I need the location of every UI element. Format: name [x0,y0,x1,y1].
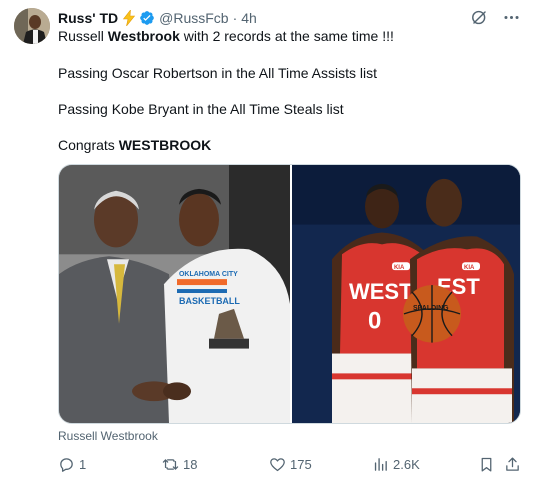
views-button[interactable]: 2.6K [372,454,420,474]
photo-westbrook-robertson[interactable]: OKLAHOMA CITY BASKETBALL [59,165,290,423]
tweet-card[interactable]: Russ' TD @RussFcb · 4h Russell Westbrook… [0,0,536,480]
svg-text:BASKETBALL: BASKETBALL [179,296,240,306]
action-bar: 1 18 175 2.6K [58,454,523,474]
like-button[interactable]: 175 [269,454,312,474]
tweet-bold-name: Westbrook [107,28,180,44]
svg-text:WEST: WEST [349,279,413,304]
tweet-line-3: Passing Kobe Bryant in the All Time Stea… [58,101,344,117]
timestamp[interactable]: 4h [241,8,257,28]
photo-westbrook-bryant[interactable]: WEST 0 KIA EST KIA SPALDING [292,165,520,423]
svg-text:SPALDING: SPALDING [413,305,449,312]
repost-icon [162,458,179,470]
views-icon [374,457,387,471]
repost-count: 18 [183,456,198,472]
more-options-icon[interactable] [500,6,522,28]
svg-text:KIA: KIA [394,265,405,271]
separator-dot: · [232,10,238,26]
repost-button[interactable]: 18 [162,454,197,474]
handle[interactable]: @RussFcb [159,8,228,28]
share-button[interactable] [504,454,521,474]
tweet-line-2: Passing Oscar Robertson in the All Time … [58,65,378,81]
tweet-text-span: Congrats [58,137,119,153]
svg-text:KIA: KIA [464,265,475,271]
avatar[interactable] [14,8,50,44]
tweet-line-4: Congrats WESTBROOK [58,136,211,154]
reply-count: 1 [79,456,87,472]
display-name[interactable]: Russ' TD [58,8,118,28]
reply-icon [60,457,73,472]
tweet-top-actions [468,6,522,28]
tweet-bold-name: WESTBROOK [118,137,212,153]
tweet-text-span: with 2 records at the same time !!! [179,28,394,44]
media-container[interactable]: OKLAHOMA CITY BASKETBALL WEST 0 KIA EST … [58,164,521,424]
heart-icon [270,457,285,471]
lightning-emoji-icon [123,10,136,26]
bookmark-icon [481,457,492,472]
tweet-header: Russ' TD @RussFcb · 4h [58,8,257,28]
tweet-line-1: Russell Westbrook with 2 records at the … [58,27,394,45]
reply-button[interactable]: 1 [58,454,86,474]
media-caption[interactable]: Russell Westbrook [58,429,158,443]
tweet-text-span: Russell [58,28,108,44]
svg-text:0: 0 [368,308,381,335]
share-icon [506,456,519,471]
svg-text:OKLAHOMA CITY: OKLAHOMA CITY [179,271,238,278]
like-count: 175 [290,456,312,472]
view-count: 2.6K [393,456,420,472]
verified-badge-icon[interactable] [139,10,155,26]
grok-icon[interactable] [468,6,490,28]
bookmark-button[interactable] [478,454,495,474]
